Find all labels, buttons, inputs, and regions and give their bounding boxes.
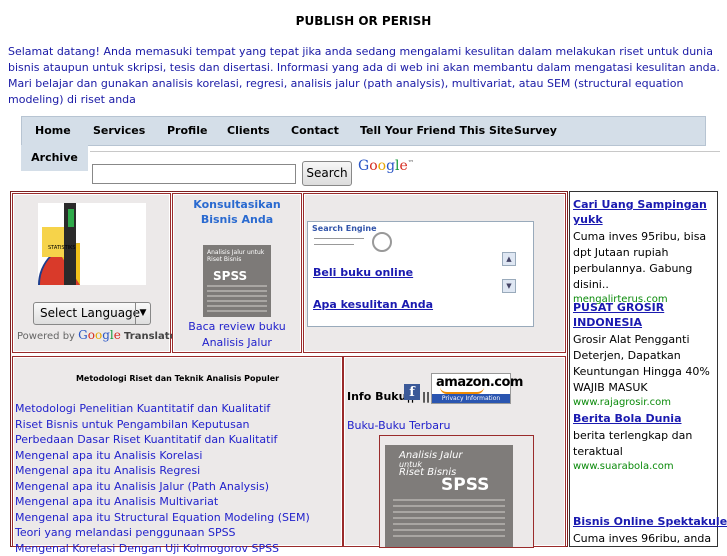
book-frame: Analisis Jalur untuk Riset Bisnis SPSS: [379, 435, 534, 548]
ad-title[interactable]: PUSAT GROSIR INDONESIA: [573, 300, 713, 330]
ad-item: Cari Uang Sampingan yukk Cuma inves 95ri…: [573, 197, 713, 307]
nav-survey[interactable]: Survey: [514, 117, 557, 145]
list-item[interactable]: Mengenal apa itu Analisis Regresi: [15, 463, 340, 479]
divider: [90, 151, 720, 152]
translate-word[interactable]: Translate: [124, 331, 176, 342]
promo-link-buy-book[interactable]: Beli buku online: [313, 266, 413, 279]
latest-books-link[interactable]: Buku-Buku Terbaru: [347, 419, 450, 432]
page-title: PUBLISH OR PERISH: [0, 14, 727, 28]
ad-item: Berita Bola Dunia berita terlengkap dan …: [573, 411, 713, 474]
methodology-panel: Metodologi Riset dan Teknik Analisis Pop…: [12, 356, 343, 547]
methodology-heading: Metodologi Riset dan Teknik Analisis Pop…: [13, 374, 342, 383]
promo-link-research-difficulty[interactable]: Apa kesulitan Anda ketika melakukan rise…: [313, 296, 473, 318]
list-item[interactable]: Teori yang melandasi penggunaan SPSS: [15, 525, 340, 541]
nav-services[interactable]: Services: [93, 117, 145, 145]
nav-profile[interactable]: Profile: [167, 117, 207, 145]
spss-book-large-cover[interactable]: Analisis Jalur untuk Riset Bisnis SPSS: [385, 445, 513, 547]
spss-book-cover[interactable]: Analisis Jalur untuk Riset Bisnis SPSS: [203, 245, 271, 317]
list-item[interactable]: Riset Bisnis untuk Pengambilan Keputusan: [15, 417, 340, 433]
list-item[interactable]: Mengenal apa itu Analisis Korelasi: [15, 448, 340, 464]
ad-url[interactable]: www.suarabola.com: [573, 460, 713, 474]
ad-url[interactable]: www.rajagrosir.com: [573, 396, 713, 410]
intro-text: Selamat datang! Anda memasuki tempat yan…: [8, 44, 720, 108]
search-input[interactable]: [92, 164, 296, 184]
book-title-spss: SPSS: [441, 475, 489, 495]
nav-archive[interactable]: Archive: [21, 145, 88, 171]
ad-body: Grosir Alat Pengganti Deterjen, Dapatkan…: [573, 332, 713, 396]
facebook-icon[interactable]: f: [404, 384, 420, 400]
powered-by-label: Powered by: [17, 331, 75, 342]
search-engine-banner: Search Engine: [312, 224, 404, 254]
main-nav: Home Services Profile Clients Contact Te…: [21, 116, 706, 146]
language-select-label: Select Language: [40, 306, 140, 320]
list-item[interactable]: Mengenal apa itu Analisis Jalur (Path An…: [15, 479, 340, 495]
language-select[interactable]: Select Language ▼: [33, 302, 151, 325]
list-item[interactable]: Mengenal Korelasi Dengan Uji Kolmogorov …: [15, 541, 340, 556]
nav-home[interactable]: Home: [35, 117, 71, 145]
scroll-up-icon[interactable]: ▲: [502, 252, 516, 266]
promo-scroll-box: Search Engine Beli buku online Apa kesul…: [307, 221, 534, 327]
powered-by-translate: Powered by Google Translate: [17, 328, 176, 342]
list-item[interactable]: Metodologi Penelitian Kuantitatif dan Ku…: [15, 401, 340, 417]
ad-title[interactable]: Berita Bola Dunia: [573, 411, 713, 426]
methodology-list: Metodologi Penelitian Kuantitatif dan Ku…: [15, 401, 340, 556]
nav-clients[interactable]: Clients: [227, 117, 270, 145]
search-engine-banner-text: Search Engine: [312, 224, 404, 233]
scroll-down-icon[interactable]: ▼: [502, 279, 516, 293]
ad-body: berita terlengkap dan teraktual: [573, 428, 713, 460]
amazon-privacy-link[interactable]: Privacy Information: [432, 394, 510, 403]
svg-text:STATISTIKS: STATISTIKS: [48, 245, 76, 251]
amazon-badge[interactable]: amazon.com Privacy Information: [431, 373, 511, 404]
book-cover-image: STATISTIKS: [38, 203, 146, 285]
google-small-logo[interactable]: Google: [78, 328, 121, 342]
info-buku-panel: Info Buku|| f || amazon.com Privacy Info…: [343, 356, 566, 547]
konsultasi-panel: Konsultasikan Bisnis Anda Analisis Jalur…: [172, 193, 302, 353]
list-item[interactable]: Mengenal apa itu Analisis Multivariat: [15, 494, 340, 510]
promo-panel: Search Engine Beli buku online Apa kesul…: [303, 193, 566, 353]
ad-title[interactable]: Cari Uang Sampingan yukk: [573, 197, 713, 227]
konsultasi-title[interactable]: Konsultasikan Bisnis Anda: [179, 197, 295, 227]
review-link-text[interactable]: Baca review buku Analisis Jalur: [188, 320, 285, 349]
ads-column: Cari Uang Sampingan yukk Cuma inves 95ri…: [569, 191, 718, 547]
search-button[interactable]: Search: [302, 161, 352, 186]
ad-body: Cuma inves 95ribu, bisa dpt Jutaan rupia…: [573, 229, 713, 293]
ad-title[interactable]: Bisnis Online SpektakuleR: [573, 514, 715, 529]
nav-contact[interactable]: Contact: [291, 117, 339, 145]
chevron-down-icon: ▼: [135, 303, 150, 324]
ad-item: PUSAT GROSIR INDONESIA Grosir Alat Pengg…: [573, 300, 713, 410]
review-link[interactable]: Baca review buku Analisis Jalur: [179, 319, 295, 351]
list-item[interactable]: Perbedaan Dasar Riset Kuantitatif dan Ku…: [15, 432, 340, 448]
google-logo: Google™: [358, 158, 414, 174]
translate-panel: STATISTIKS Select Language ▼ Powered by …: [12, 193, 171, 353]
ad-item: Bisnis Online SpektakuleR Cuma inves 96r…: [573, 514, 715, 547]
nav-tell-friend[interactable]: Tell Your Friend This Site: [360, 117, 513, 145]
info-buku-separator: ||: [422, 390, 430, 403]
list-item[interactable]: Mengenal apa itu Structural Equation Mod…: [15, 510, 340, 526]
